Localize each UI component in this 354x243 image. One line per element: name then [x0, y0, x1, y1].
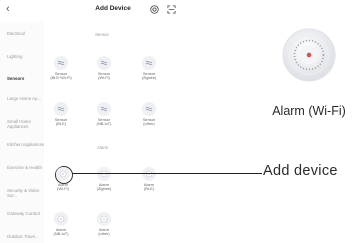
smoke-alarm-icon	[282, 28, 336, 82]
top-bar: ‹ Add Device	[0, 0, 196, 20]
device-protocol: (Zigbee)	[96, 186, 112, 192]
device-protocol: (Wi-Fi)	[98, 75, 110, 81]
device-protocol: (Wi-Fi)	[57, 186, 69, 192]
device-sensor-ble[interactable]: Sensor (BLE)	[43, 102, 79, 127]
sensor-icon	[57, 61, 65, 65]
device-protocol: (BLE)	[56, 121, 66, 127]
device-sensor-other[interactable]: Sensor (other)	[131, 102, 167, 127]
device-alarm-nb-iot[interactable]: Alarm (NB-IoT)	[43, 212, 79, 237]
sidebar-item-large-home-appliances[interactable]: Large Home Ap...	[7, 96, 45, 101]
sensor-icon	[145, 107, 153, 111]
target-icon[interactable]	[150, 5, 159, 14]
section-title-sensor: Sensor	[95, 32, 109, 37]
callout-line	[72, 173, 262, 174]
device-sensor-nb-iot[interactable]: Sensor (NB-IoT)	[86, 102, 122, 127]
scan-icon[interactable]	[167, 5, 176, 14]
device-sensor-ble-wifi[interactable]: Sensor (BLE+Wi-Fi)	[43, 56, 79, 81]
sidebar-item-security-video[interactable]: Security & Video Sur...	[7, 188, 45, 198]
device-protocol: (other)	[143, 121, 155, 127]
sensor-icon	[100, 61, 108, 65]
add-device-callout: Add device	[263, 163, 338, 179]
device-protocol: (BLE)	[144, 186, 154, 192]
sidebar-item-exercise-health[interactable]: Exercise & Health	[7, 165, 45, 170]
sidebar-item-gateway-control[interactable]: Gateway Control	[7, 211, 45, 216]
alarm-icon	[57, 215, 65, 223]
device-sensor-wifi[interactable]: Sensor (Wi-Fi)	[86, 56, 122, 81]
sensor-icon	[145, 61, 153, 65]
sidebar-item-outdoor-travel[interactable]: Outdoor Trave...	[7, 234, 45, 239]
sidebar-item-sensors[interactable]: Sensors	[7, 76, 45, 81]
alarm-icon	[100, 170, 108, 178]
sidebar-item-lighting[interactable]: Lighting	[7, 54, 45, 59]
alarm-icon	[145, 170, 153, 178]
category-sidebar: Electrical Lighting Sensors Large Home A…	[0, 22, 44, 243]
section-title-alarm: Alarm	[97, 145, 109, 150]
device-sensor-zigbee[interactable]: Sensor (Zigbee)	[131, 56, 167, 81]
sidebar-item-kitchen-appliances[interactable]: Kitchen Appliances	[7, 142, 45, 147]
page-title: Add Device	[95, 5, 131, 12]
device-alarm-wifi[interactable]: Alarm (Wi-Fi)	[45, 167, 81, 192]
sidebar-item-small-home-appliances[interactable]: Small Home Appliances	[7, 119, 45, 129]
sidebar-item-electrical[interactable]: Electrical	[7, 31, 45, 36]
device-alarm-other[interactable]: Alarm (other)	[86, 212, 122, 237]
device-protocol: (NB-IoT)	[96, 121, 112, 127]
device-protocol: (NB-IoT)	[53, 231, 69, 237]
product-name: Alarm (Wi-Fi)	[272, 104, 346, 118]
device-alarm-ble[interactable]: Alarm (BLE)	[131, 167, 167, 192]
alarm-icon	[100, 215, 108, 223]
alarm-icon	[59, 170, 67, 178]
sensor-icon	[57, 107, 65, 111]
device-alarm-zigbee[interactable]: Alarm (Zigbee)	[86, 167, 122, 192]
sensor-icon	[100, 107, 108, 111]
device-protocol: (other)	[98, 231, 110, 237]
device-protocol: (Zigbee)	[141, 75, 157, 81]
app-screen: ‹ Add Device Electrical Lighting Sensors…	[0, 0, 196, 243]
device-protocol: (BLE+Wi-Fi)	[50, 75, 72, 81]
